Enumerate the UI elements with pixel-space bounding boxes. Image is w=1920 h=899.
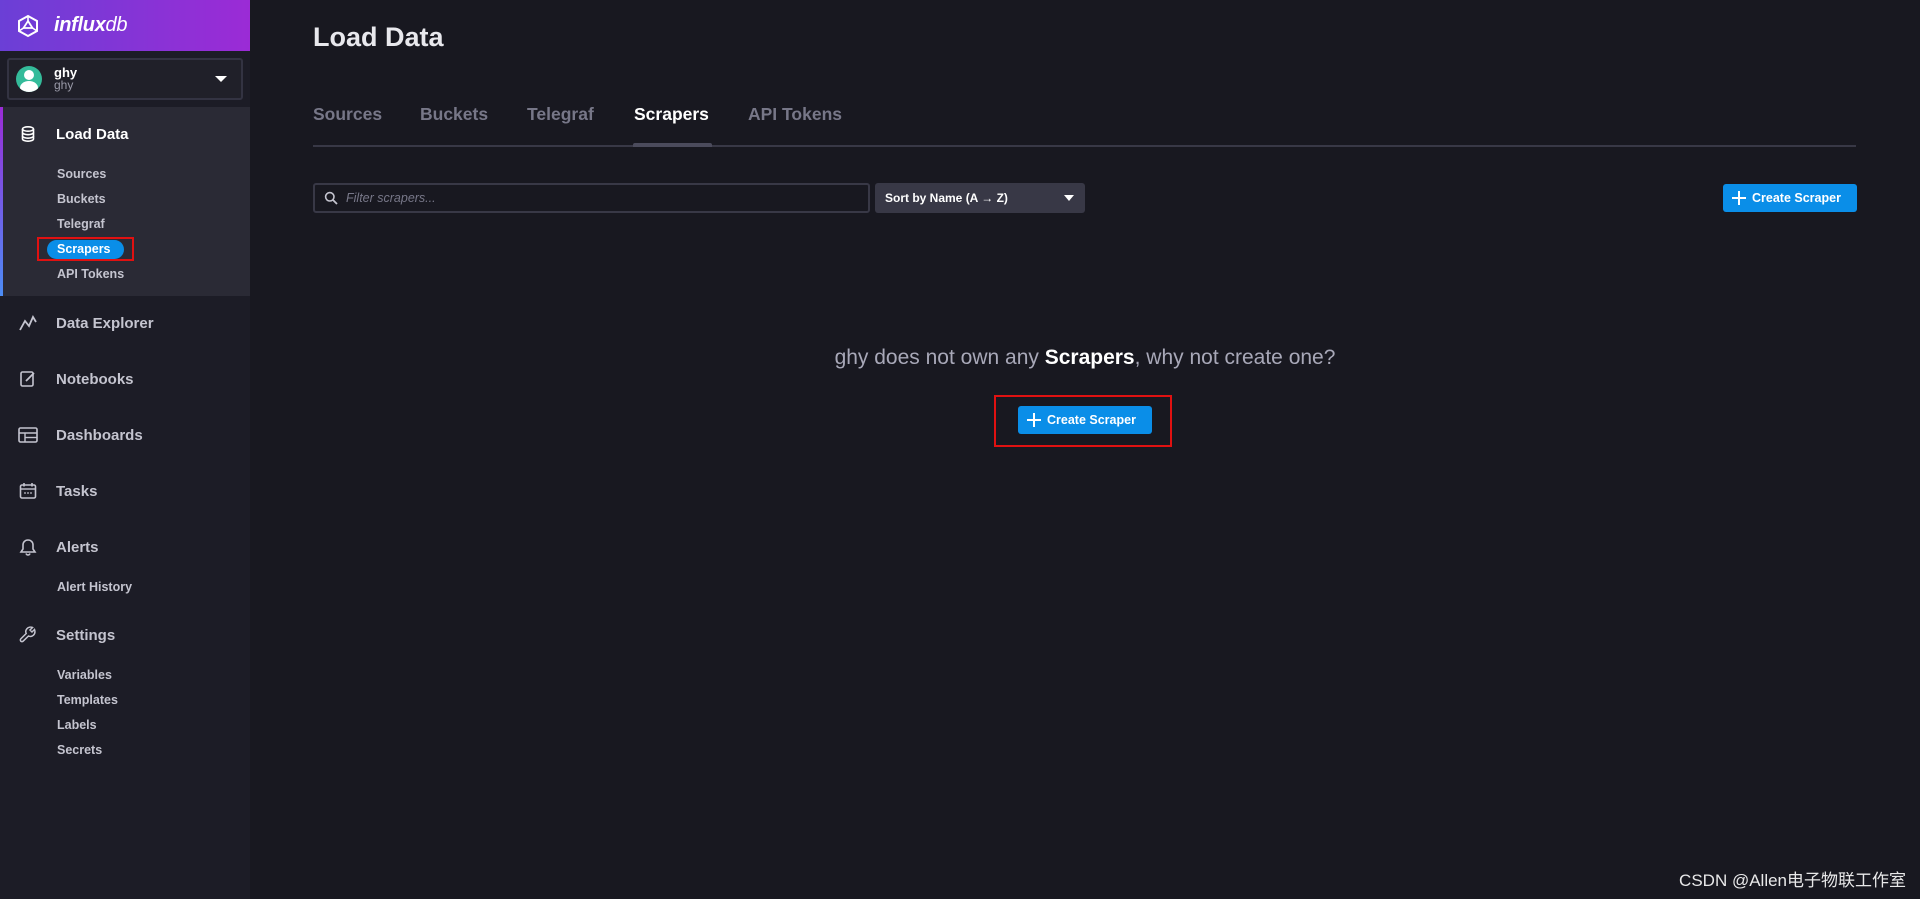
empty-state-suffix: , why not create one?: [1134, 346, 1336, 369]
filter-search-box[interactable]: [313, 183, 870, 213]
sort-dropdown-label: Sort by Name (A → Z): [885, 191, 1008, 205]
account-org: ghy: [54, 78, 74, 92]
account-switcher[interactable]: ghy ghy: [7, 58, 243, 100]
sidebar: influxdb ghy ghy Load Data Sources Bucke…: [0, 0, 250, 899]
nav-item-alerts[interactable]: Alerts: [0, 531, 250, 563]
influxdb-logo-icon: [18, 14, 38, 37]
account-text: ghy ghy: [54, 66, 77, 92]
subnav-variables[interactable]: Variables: [57, 668, 112, 682]
nav-label-notebooks: Notebooks: [56, 370, 134, 388]
highlight-box-scrapers-nav: [37, 237, 134, 261]
main-content: Load Data Sources Buckets Telegraf Scrap…: [250, 0, 1920, 899]
calendar-icon: [17, 480, 39, 502]
subnav-buckets[interactable]: Buckets: [57, 192, 106, 206]
tab-scrapers[interactable]: Scrapers: [634, 104, 709, 125]
plus-icon: [1027, 413, 1041, 427]
caret-down-icon: [215, 76, 227, 82]
nav-item-load-data[interactable]: Load Data: [0, 118, 250, 150]
create-scraper-button-top[interactable]: Create Scraper: [1723, 184, 1857, 212]
nav-label-load-data: Load Data: [56, 125, 129, 143]
tab-telegraf[interactable]: Telegraf: [527, 104, 594, 125]
nav-item-tasks[interactable]: Tasks: [0, 475, 250, 507]
caret-down-icon: [1064, 195, 1074, 201]
nav-label-data-explorer: Data Explorer: [56, 314, 154, 332]
tab-api-tokens[interactable]: API Tokens: [748, 104, 842, 125]
brand-name-thin: db: [105, 14, 128, 36]
subnav-secrets[interactable]: Secrets: [57, 743, 102, 757]
brand-name-bold: influx: [54, 14, 106, 36]
tab-active-underline: [633, 143, 712, 147]
nav-item-notebooks[interactable]: Notebooks: [0, 363, 250, 395]
tab-buckets[interactable]: Buckets: [420, 104, 488, 125]
subnav-api-tokens[interactable]: API Tokens: [57, 267, 124, 281]
database-icon: [17, 123, 39, 145]
wrench-icon: [17, 624, 39, 646]
tab-sources[interactable]: Sources: [313, 104, 382, 125]
filter-scrapers-input[interactable]: [346, 188, 846, 208]
create-scraper-label: Create Scraper: [1752, 191, 1841, 205]
graph-line-icon: [17, 312, 39, 334]
nav-label-dashboards: Dashboards: [56, 426, 143, 444]
subnav-telegraf[interactable]: Telegraf: [57, 217, 105, 231]
nav-item-dashboards[interactable]: Dashboards: [0, 419, 250, 451]
search-icon: [324, 191, 338, 205]
empty-state-message: ghy does not own any Scrapers, why not c…: [250, 346, 1920, 370]
tab-bar: Sources Buckets Telegraf Scrapers API To…: [313, 100, 1856, 147]
create-scraper-label: Create Scraper: [1047, 413, 1136, 427]
page-title: Load Data: [313, 22, 444, 52]
brand-name: influxdb: [54, 14, 127, 37]
dashboard-grid-icon: [17, 424, 39, 446]
create-scraper-button-empty-state[interactable]: Create Scraper: [1018, 406, 1152, 434]
bell-icon: [17, 536, 39, 558]
subnav-labels[interactable]: Labels: [57, 718, 97, 732]
nav-label-alerts: Alerts: [56, 538, 99, 556]
subnav-sources[interactable]: Sources: [57, 167, 106, 181]
sort-dropdown[interactable]: Sort by Name (A → Z): [875, 183, 1085, 213]
watermark: CSDN @Allen电子物联工作室: [1679, 871, 1906, 890]
subnav-alert-history[interactable]: Alert History: [57, 580, 132, 594]
plus-icon: [1732, 191, 1746, 205]
brand-header[interactable]: influxdb: [0, 0, 250, 51]
notebook-edit-icon: [17, 368, 39, 390]
avatar: [16, 66, 42, 92]
empty-state-bold: Scrapers: [1044, 346, 1135, 369]
empty-state-prefix: ghy does not own any: [834, 346, 1045, 369]
nav-label-tasks: Tasks: [56, 482, 98, 500]
nav-item-settings[interactable]: Settings: [0, 619, 250, 651]
app: influxdb ghy ghy Load Data Sources Bucke…: [0, 0, 1920, 899]
subnav-templates[interactable]: Templates: [57, 693, 118, 707]
nav-item-data-explorer[interactable]: Data Explorer: [0, 307, 250, 339]
nav-label-settings: Settings: [56, 626, 116, 644]
